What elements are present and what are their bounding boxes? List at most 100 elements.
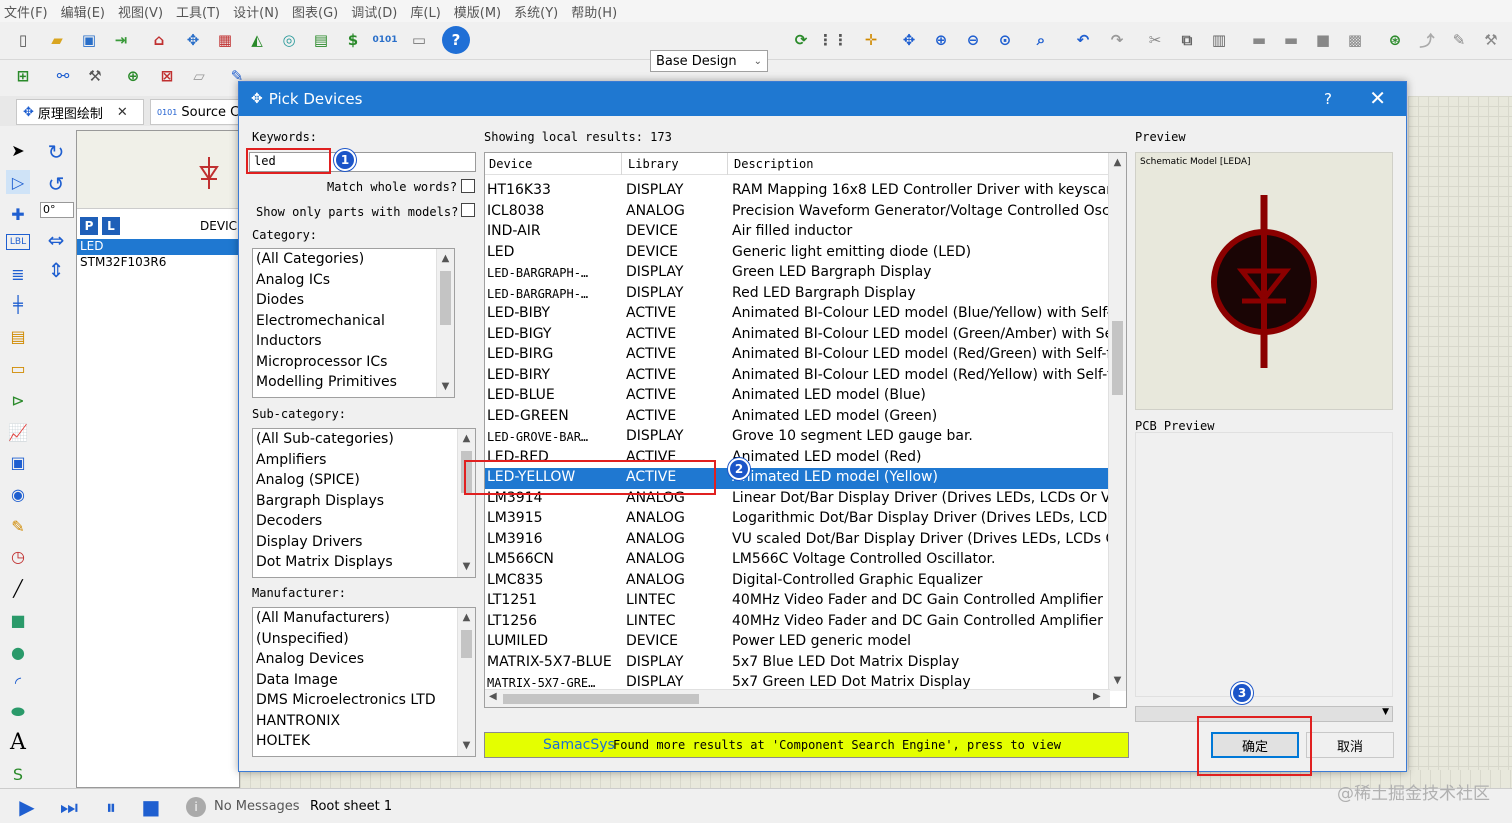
list-item[interactable]: Diodes [253,290,454,311]
select-mode-icon[interactable]: ➤ [6,138,30,162]
subcategory-scrollbar[interactable]: ▲ ▼ [457,429,475,577]
path-icon[interactable]: ⬬ [6,700,30,724]
undo-icon[interactable]: ↶ [1070,27,1096,53]
menu-item[interactable]: 文件(F) [4,2,48,21]
block-move-icon[interactable]: ▬ [1278,27,1304,53]
table-row[interactable]: LED-BIRY ACTIVE Animated BI-Colour LED mod… [485,366,1110,387]
menu-item[interactable]: 系统(Y) [514,2,558,21]
property-icon[interactable]: ✎ [1446,27,1472,53]
refresh-icon[interactable]: ⟳ [788,27,814,53]
table-row[interactable]: LM3916 ANALOG VU scaled Dot/Bar Display Dr… [485,530,1110,551]
origin-icon[interactable]: ✛ [858,27,884,53]
wire-icon[interactable]: ⤴ [1414,27,1440,53]
results-vscroll[interactable]: ▲ ▼ [1108,153,1126,691]
table-row[interactable]: LED-GROVE-BAR… DISPLAY Grove 10 segment LE… [485,427,1110,448]
scroll-thumb[interactable] [503,694,699,704]
list-item[interactable]: Dot Matrix Displays [253,552,475,573]
table-row[interactable]: LUMILED DEVICE Power LED generic model [485,632,1110,653]
list-item[interactable]: HANTRONIX [253,711,475,732]
table-row[interactable]: LMC835 ANALOG Digital-Controlled Graphic E… [485,571,1110,592]
table-row[interactable]: IND-AIR DEVICE Air filled inductor [485,222,1110,243]
menu-item[interactable]: 帮助(H) [571,2,617,21]
table-row[interactable]: LED-BIBY ACTIVE Animated BI-Colour LED mod… [485,304,1110,325]
symbol-icon[interactable]: S [6,762,30,786]
probe-icon[interactable]: ✎ [6,514,30,538]
list-item[interactable]: Analog Devices [253,649,475,670]
rotate-cw-icon[interactable]: ↻ [44,140,68,164]
list-item[interactable]: Data Image [253,670,475,691]
match-whole-words-checkbox[interactable] [461,179,475,193]
label-icon[interactable]: LBL [6,234,30,250]
category-list[interactable]: (All Categories) Analog ICs Diodes Electrom… [252,248,455,398]
menu-item[interactable]: 设计(N) [233,2,279,21]
column-description[interactable]: Description [734,157,813,171]
chip-icon[interactable]: ▦ [212,27,238,53]
copy-icon[interactable]: ⧉ [1174,27,1200,53]
list-item[interactable]: (All Categories) [253,249,454,270]
scroll-down-icon[interactable]: ▼ [437,379,454,395]
list-item[interactable]: (All Sub-categories) [253,429,475,450]
new-file-icon[interactable]: ▯ [10,27,36,53]
text-icon[interactable]: A [6,730,30,755]
subcategory-list[interactable]: (All Sub-categories) Amplifiers Analog (SP… [252,428,476,578]
junction-icon[interactable]: ✚ [6,202,30,226]
list-item[interactable]: (All Manufacturers) [253,608,475,629]
manufacturer-list[interactable]: (All Manufacturers) (Unspecified) Analog D… [252,607,476,757]
table-row[interactable]: LED-BARGRAPH-… DISPLAY Green LED Bargraph … [485,263,1110,284]
cancel-button[interactable]: 取消 [1306,732,1394,758]
bom-icon[interactable]: ▤ [308,27,334,53]
scroll-thumb[interactable] [1112,321,1123,395]
menu-item[interactable]: 库(L) [410,2,440,21]
table-row[interactable]: HT16K33 DISPLAY RAM Mapping 16x8 LED Contr… [485,181,1110,202]
paste-icon[interactable]: ▥ [1206,27,1232,53]
pin-icon[interactable]: ⊳ [6,388,30,412]
tools-icon[interactable]: ⚒ [1478,27,1504,53]
block-rotate-icon[interactable]: ■ [1310,27,1336,53]
block-delete-icon[interactable]: ▩ [1342,27,1368,53]
help-icon[interactable]: ? [442,26,470,54]
open-folder-icon[interactable]: ▰ [44,27,70,53]
3d-icon[interactable]: ◭ [244,27,270,53]
messages-status[interactable]: No Messages [214,799,300,814]
tape-icon[interactable]: ▣ [6,450,30,474]
dollar-icon[interactable]: $ [340,27,366,53]
schematic-canvas[interactable] [1408,96,1512,786]
binary-icon[interactable]: 0101 [372,27,398,53]
scroll-thumb[interactable] [461,630,472,658]
list-item[interactable]: Analog ICs [253,270,454,291]
show-only-models-checkbox[interactable] [461,203,475,217]
play-icon[interactable]: ▶ [14,795,40,819]
document-icon[interactable]: ▭ [406,27,432,53]
table-row[interactable]: LED-BARGRAPH-… DISPLAY Red LED Bargraph Di… [485,284,1110,305]
box-icon[interactable]: ■ [6,608,30,632]
block-copy-icon[interactable]: ▬ [1246,27,1272,53]
home-icon[interactable]: ⌂ [146,27,172,53]
wrench-icon[interactable]: ⚒ [82,63,108,89]
add-sheet-icon[interactable]: ⊕ [120,63,146,89]
zoom-all-icon[interactable]: ⊙ [992,27,1018,53]
list-item[interactable]: Inductors [253,331,454,352]
scroll-thumb[interactable] [440,271,451,325]
stop-icon[interactable]: ■ [138,795,164,819]
menu-item[interactable]: 编辑(E) [61,2,105,21]
schematic-icon[interactable]: ✥ [180,27,206,53]
table-row[interactable]: LM566CN ANALOG LM566C Voltage Controlled O… [485,550,1110,571]
redo-icon[interactable]: ↷ [1104,27,1130,53]
close-icon[interactable]: ✕ [117,105,128,120]
list-item[interactable]: STM32F103R6 [77,255,239,271]
text-script-icon[interactable]: ≣ [6,262,30,286]
scroll-down-icon[interactable]: ▼ [1109,673,1126,689]
zoom-out-icon[interactable]: ⊖ [960,27,986,53]
column-device[interactable]: Device [489,157,532,171]
library-manager-button[interactable]: L [102,217,120,235]
table-row[interactable]: LED-BIRG ACTIVE Animated BI-Colour LED mod… [485,345,1110,366]
table-row[interactable]: LT1251 LINTEC 40MHz Video Fader and DC Gai… [485,591,1110,612]
category-scrollbar[interactable]: ▲ ▼ [436,249,454,397]
help-button[interactable]: ? [1324,90,1332,108]
samacsys-banner[interactable]: SamacSys Found more results at 'Componen… [484,732,1129,758]
manufacturer-scrollbar[interactable]: ▲ ▼ [457,608,475,756]
list-item[interactable]: LED [77,239,239,255]
menu-item[interactable]: 模版(M) [454,2,501,21]
graph-icon[interactable]: 📈 [6,420,30,444]
menu-item[interactable]: 工具(T) [176,2,220,21]
